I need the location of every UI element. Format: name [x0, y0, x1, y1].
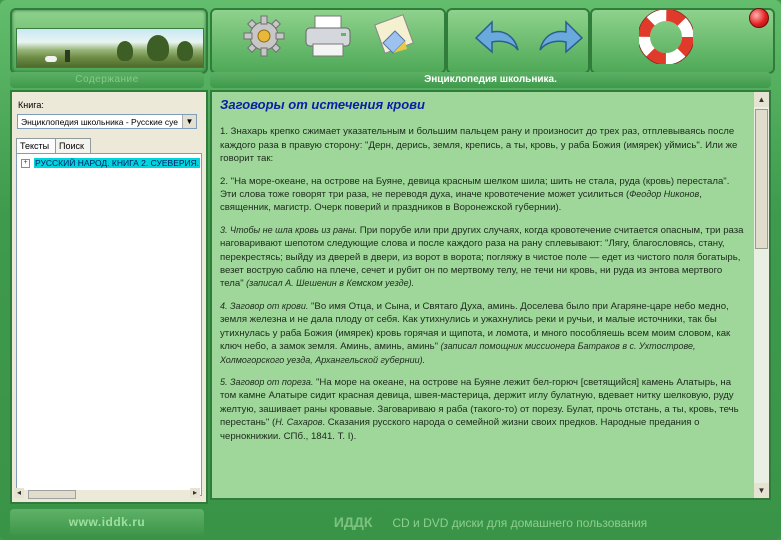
paragraph-1: 1. Знахарь крепко сжимает указательным и…	[220, 126, 738, 165]
tab-search[interactable]: Поиск	[55, 138, 91, 153]
paragraph-4: 4. Заговор от крови. "Во имя Отца, и Сын…	[220, 300, 747, 367]
forward-arrow-icon	[539, 20, 584, 54]
logo-dog	[45, 56, 57, 62]
chevron-down-icon[interactable]: ▼	[182, 115, 196, 128]
scroll-thumb[interactable]	[755, 109, 768, 249]
gear-icon	[243, 15, 285, 57]
notes-button[interactable]	[368, 10, 420, 62]
scroll-right-icon[interactable]: ▸	[190, 488, 200, 498]
p5-author: Н. Сахаров	[275, 417, 323, 428]
p5-heading: 5. Заговор от пореза.	[220, 376, 314, 387]
paragraph-3: 3. Чтобы не шла кровь из раны. При поруб…	[220, 224, 747, 291]
logo-tree	[177, 41, 193, 61]
back-arrow-icon	[474, 20, 519, 54]
logo-panel	[10, 8, 208, 74]
footer: www.iddk.ru ИДДК CD и DVD диски для домаш…	[0, 505, 781, 540]
footer-slogan: ИДДК CD и DVD диски для домашнего пользов…	[210, 509, 771, 535]
lifebuoy-icon	[639, 10, 693, 64]
tree-item[interactable]: + РУССКИЙ НАРОД. КНИГА 2. СУЕВЕРИЯ.	[21, 158, 201, 168]
article-text: Заговоры от истечения крови 1. Знахарь к…	[220, 96, 747, 494]
contents-tree: + РУССКИЙ НАРОД. КНИГА 2. СУЕВЕРИЯ.	[16, 153, 202, 496]
book-select[interactable]: Энциклопедия школьника - Русские суе ▼	[17, 114, 197, 129]
scroll-left-icon[interactable]: ◂	[14, 488, 24, 498]
p2-author: Феодор Никонов	[629, 189, 700, 200]
logo-tree	[117, 41, 133, 61]
logo-tree	[147, 35, 169, 61]
forward-button[interactable]	[534, 10, 586, 62]
site-link[interactable]: www.iddk.ru	[10, 509, 204, 535]
printer-icon	[305, 15, 351, 57]
tab-texts[interactable]: Тексты	[16, 138, 57, 154]
book-label: Книга:	[18, 100, 44, 110]
print-button[interactable]	[302, 10, 354, 62]
settings-button[interactable]	[238, 10, 290, 62]
brand-name: ИДДК	[333, 514, 373, 530]
expand-icon[interactable]: +	[21, 158, 30, 168]
p3-source: (записал А. Шешенин в Кемском уезде).	[243, 278, 415, 289]
help-button[interactable]	[638, 9, 694, 65]
logo-hunter	[65, 50, 70, 62]
book-select-value: Энциклопедия школьника - Русские суе	[21, 117, 179, 127]
article-pane: Заговоры от истечения крови 1. Знахарь к…	[210, 90, 771, 500]
horizontal-scrollbar[interactable]: ◂ ▸	[14, 488, 200, 500]
toolbar	[0, 0, 781, 74]
close-button[interactable]	[749, 8, 769, 28]
vertical-scrollbar[interactable]: ▲ ▼	[753, 92, 769, 498]
p3-heading: 3. Чтобы не шла кровь из раны.	[220, 224, 358, 235]
article-title: Заговоры от истечения крови	[220, 97, 425, 112]
notes-icon	[374, 14, 414, 54]
scroll-thumb[interactable]	[28, 490, 76, 499]
encyclopedia-label: Энциклопедия школьника.	[210, 72, 771, 88]
app-window: Содержание Энциклопедия школьника. Книга…	[0, 0, 781, 540]
scroll-up-icon[interactable]: ▲	[754, 92, 769, 107]
p4-heading: 4. Заговор от крови.	[220, 300, 309, 311]
paragraph-5: 5. Заговор от пореза. "На море на океане…	[220, 376, 747, 443]
slogan-text: CD и DVD диски для домашнего пользования	[392, 516, 648, 530]
paragraph-2: 2. "На море-океане, на острове на Буяне,…	[220, 175, 747, 215]
scroll-down-icon[interactable]: ▼	[754, 483, 769, 498]
sidebar: Книга: Энциклопедия школьника - Русские …	[10, 90, 208, 504]
logo-picture	[16, 28, 204, 68]
section-labels: Содержание Энциклопедия школьника.	[0, 72, 781, 88]
tree-item-label: РУССКИЙ НАРОД. КНИГА 2. СУЕВЕРИЯ.	[34, 158, 201, 168]
back-button[interactable]	[472, 10, 524, 62]
contents-label: Содержание	[10, 72, 204, 88]
